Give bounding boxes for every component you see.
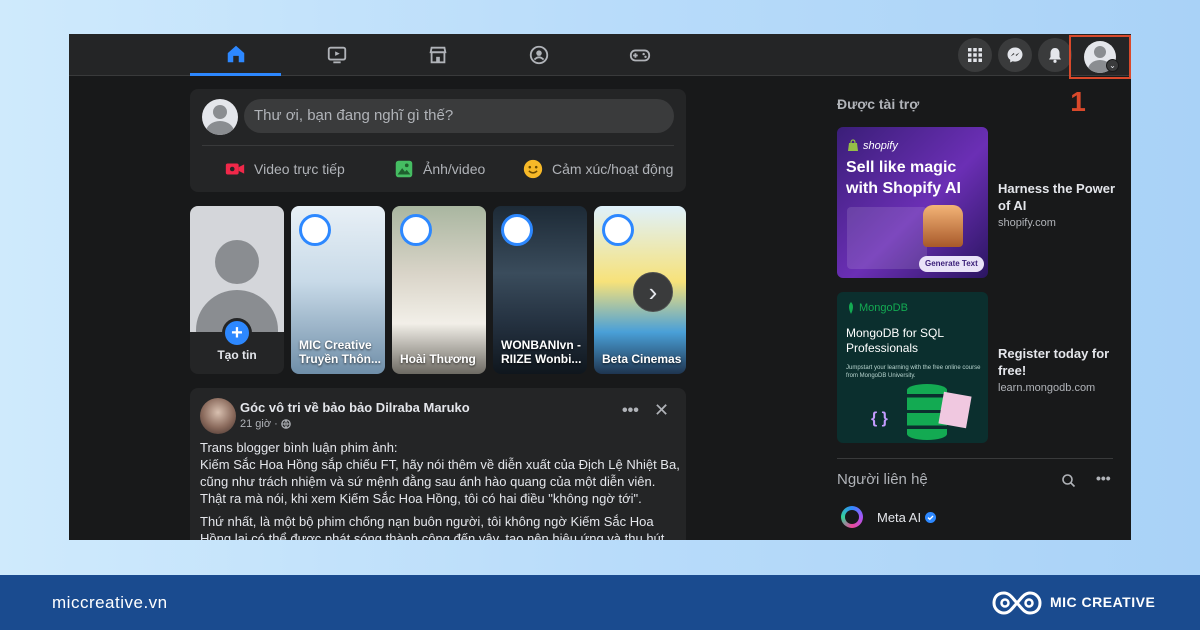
mongodb-subtext: Jumpstart your learning with the free on… (846, 365, 981, 379)
mongodb-ad-text[interactable]: Register today for free! learn.mongodb.c… (998, 345, 1118, 394)
tab-gaming[interactable] (594, 34, 685, 76)
marketplace-icon (429, 46, 446, 64)
mongodb-headline: MongoDB for SQL Professionals (846, 326, 944, 355)
ad-url: shopify.com (998, 217, 1056, 229)
photo-video-label: Ảnh/video (423, 161, 486, 177)
story-card[interactable]: MIC Creative Truyền Thôn... (291, 206, 385, 374)
divider (837, 458, 1113, 459)
avatar (202, 99, 238, 135)
composer-input[interactable]: Thư ơi, bạn đang nghĩ gì thế? (244, 99, 674, 133)
shopify-logo: shopify (847, 139, 898, 152)
more-options-icon[interactable]: ••• (622, 402, 639, 420)
story-card[interactable]: WONBANIvn - RIIZE Wonbi... (493, 206, 587, 374)
story-avatar (400, 214, 432, 246)
photo-video-button[interactable]: Ảnh/video (393, 155, 485, 183)
create-story-card[interactable]: + Tạo tin (190, 206, 284, 374)
ad-url: learn.mongodb.com (998, 382, 1096, 394)
facebook-window: ⌄ 1 Thư ơi, bạn đang nghĩ gì thế? Video … (69, 34, 1131, 540)
menu-button[interactable] (958, 38, 992, 72)
post-paragraph: Thứ nhất, là một bộ phim chống nạn buôn … (200, 514, 665, 540)
brand-footer: miccreative.vn MIC CREATIVE (0, 575, 1200, 630)
close-icon[interactable]: ✕ (654, 400, 669, 421)
story-name: WONBANIvn - RIIZE Wonbi... (501, 338, 582, 366)
post-meta: 21 giờ · (240, 418, 291, 430)
shopify-ad-image[interactable]: shopify Sell like magic with Shopify AI … (837, 127, 988, 278)
top-navigation: ⌄ (69, 34, 1131, 79)
notifications-button[interactable] (1038, 38, 1072, 72)
feeling-icon (523, 159, 543, 179)
home-icon (227, 45, 244, 62)
braces-icon: { } (871, 410, 888, 427)
story-card[interactable]: Hoài Thương (392, 206, 486, 374)
contacts-title: Người liên hệ (837, 471, 928, 488)
shopify-headline: Sell like magic with Shopify AI (846, 159, 961, 197)
video-icon (327, 46, 346, 64)
post-time[interactable]: 21 giờ · (240, 418, 278, 430)
avatar (190, 206, 284, 332)
feed-post: Góc vô tri về bảo bảo Dilraba Maruko 21 … (190, 388, 686, 540)
live-video-label: Video trực tiếp (254, 161, 345, 177)
post-composer: Thư ơi, bạn đang nghĩ gì thế? Video trực… (190, 89, 686, 192)
create-story-label: Tạo tin (217, 348, 257, 362)
groups-icon (529, 45, 548, 65)
story-name: Hoài Thương (400, 352, 476, 366)
ad-title: Harness the Power of AI (998, 181, 1116, 213)
globe-icon (280, 419, 291, 429)
chevron-right-icon: › (648, 276, 658, 307)
messenger-icon (1007, 47, 1023, 63)
mongodb-ad-image[interactable]: MongoDB MongoDB for SQL Professionals Ju… (837, 292, 988, 443)
chair-image (923, 205, 963, 247)
tab-home[interactable] (190, 34, 281, 76)
live-video-icon (225, 163, 245, 175)
document-illustration (938, 391, 972, 429)
story-avatar (602, 214, 634, 246)
chevron-down-icon: ⌄ (1106, 59, 1119, 72)
photo-icon (395, 160, 413, 178)
live-video-button[interactable]: Video trực tiếp (224, 155, 345, 183)
post-author[interactable]: Góc vô tri về bảo bảo Dilraba Maruko (240, 400, 470, 415)
notifications-icon (1049, 48, 1061, 63)
shopify-ad-text[interactable]: Harness the Power of AI shopify.com (998, 180, 1118, 229)
leaf-icon (849, 302, 853, 314)
tab-video[interactable] (291, 34, 382, 76)
feeling-activity-label: Cảm xúc/hoạt động (552, 161, 674, 177)
post-paragraph: Trans blogger bình luận phim ảnh: Kiếm S… (200, 440, 680, 506)
shopify-brand: shopify (863, 139, 898, 152)
feeling-activity-button[interactable]: Cảm xúc/hoạt động (522, 155, 673, 183)
plus-icon: + (222, 318, 252, 348)
avatar[interactable] (200, 398, 236, 434)
shopping-bag-icon (848, 139, 858, 151)
step-number-label: 1 (1070, 86, 1086, 117)
account-avatar-button[interactable] (1069, 35, 1131, 79)
mongodb-logo: MongoDB (847, 302, 908, 314)
generate-text-button: Generate Text (919, 256, 984, 272)
story-avatar (501, 214, 533, 246)
footer-brand-name: MIC CREATIVE (1050, 594, 1156, 610)
story-name: MIC Creative Truyền Thôn... (299, 338, 382, 366)
verified-badge-icon (925, 512, 937, 523)
mic-creative-logo-icon (992, 591, 1042, 615)
sponsored-title: Được tài trợ (837, 96, 920, 112)
tab-groups[interactable] (493, 34, 584, 76)
search-icon[interactable] (1061, 473, 1076, 488)
more-options-icon[interactable]: ••• (1096, 470, 1111, 486)
divider (202, 145, 674, 146)
post-body: Trans blogger bình luận phim ảnh: Kiếm S… (200, 439, 680, 540)
contact-name: Meta AI (877, 510, 922, 525)
mock-form (847, 207, 927, 269)
story-name: Beta Cinemas (602, 352, 682, 366)
gaming-icon (629, 49, 650, 62)
contact-item[interactable]: Meta AI (877, 510, 937, 525)
footer-site-url: miccreative.vn (52, 593, 168, 612)
menu-grid-icon (968, 48, 982, 62)
ad-title: Register today for free! (998, 346, 1110, 378)
tab-marketplace[interactable] (392, 34, 483, 76)
mongodb-brand: MongoDB (859, 302, 908, 314)
story-avatar (299, 214, 331, 246)
messenger-button[interactable] (998, 38, 1032, 72)
meta-ai-icon (841, 506, 863, 528)
stories-next-button[interactable]: › (633, 272, 673, 312)
